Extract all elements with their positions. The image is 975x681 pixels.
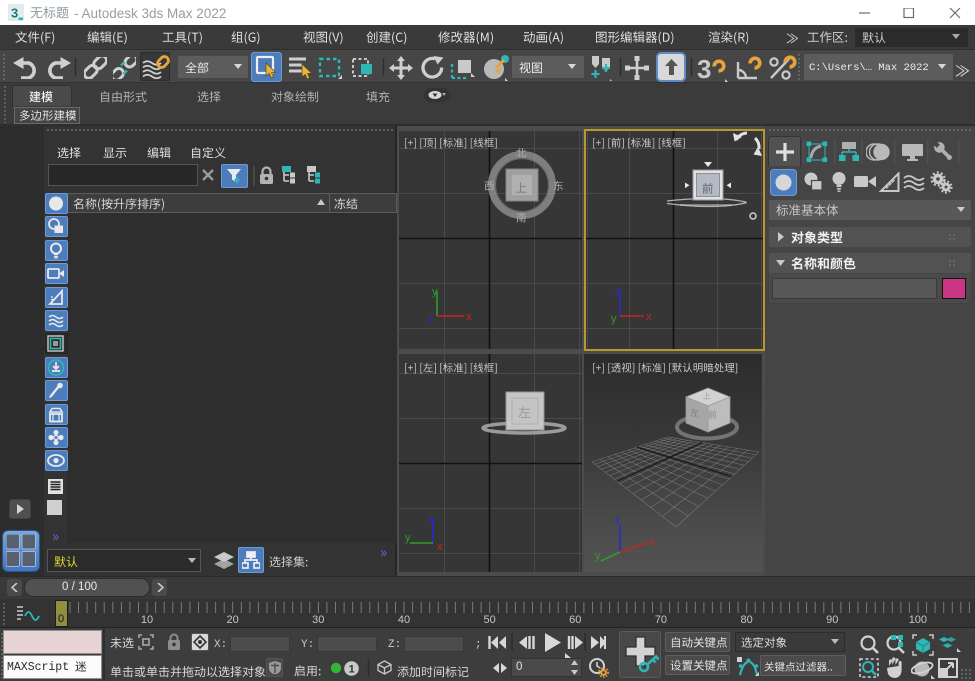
svg-text:y: y [405, 532, 411, 544]
svg-text:y: y [432, 286, 438, 298]
svg-text:z: z [428, 313, 434, 325]
svg-text:x: x [437, 541, 443, 553]
svg-text:x: x [466, 311, 472, 323]
svg-text:z: z [428, 513, 434, 525]
svg-text:1: 1 [349, 664, 355, 676]
svg-text:x: x [646, 311, 652, 323]
svg-text:z: z [615, 286, 621, 298]
svg-text:y: y [611, 313, 617, 325]
svg-text:3: 3 [697, 54, 711, 82]
svg-text:z: z [615, 515, 621, 527]
svg-text:x: x [649, 536, 655, 548]
svg-text:3: 3 [11, 6, 18, 21]
svg-text:y: y [595, 550, 601, 562]
